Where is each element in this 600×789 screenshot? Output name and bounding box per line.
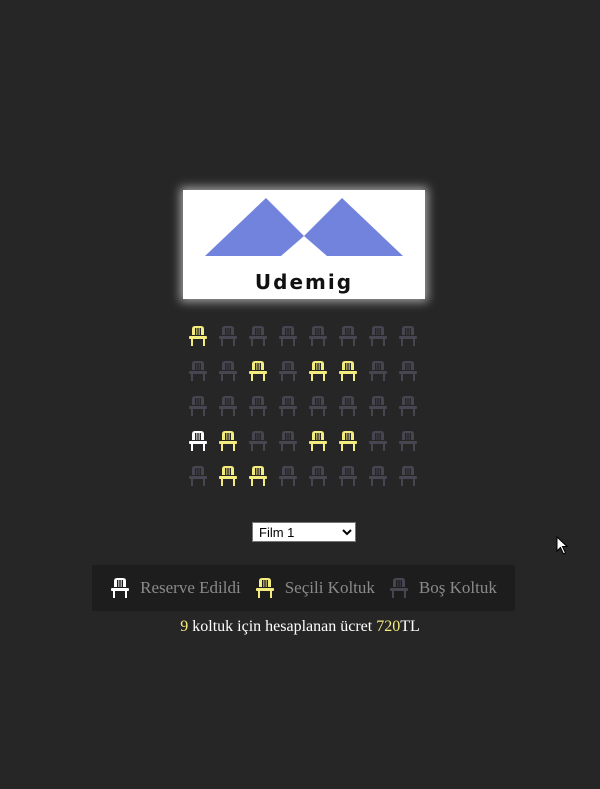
empty-seat-icon[interactable] <box>188 395 208 417</box>
logo-triangle-right <box>304 198 403 256</box>
selected-seat-icon[interactable] <box>218 430 238 452</box>
selected-seat-icon[interactable] <box>308 430 328 452</box>
legend-empty: Boş Koltuk <box>389 577 497 599</box>
empty-seat-icon[interactable] <box>248 325 268 347</box>
empty-seat-icon[interactable] <box>218 395 238 417</box>
empty-seat-icon[interactable] <box>398 395 418 417</box>
empty-seat-icon[interactable] <box>398 325 418 347</box>
empty-seat-icon[interactable] <box>218 325 238 347</box>
empty-seat-icon[interactable] <box>368 395 388 417</box>
empty-seat-icon[interactable] <box>368 430 388 452</box>
occupied-seat-icon <box>110 577 130 599</box>
selected-seat-icon[interactable] <box>338 430 358 452</box>
legend-occupied-label: Reserve Edildi <box>140 578 241 597</box>
currency: TL <box>400 618 420 635</box>
total-price: 720 <box>376 618 401 635</box>
empty-seat-icon[interactable] <box>368 360 388 382</box>
selected-seat-icon[interactable] <box>308 360 328 382</box>
empty-seat-icon <box>389 577 409 599</box>
selected-seat-icon[interactable] <box>188 325 208 347</box>
empty-seat-icon[interactable] <box>188 465 208 487</box>
empty-seat-icon[interactable] <box>338 325 358 347</box>
seat-grid <box>188 325 428 500</box>
empty-seat-icon[interactable] <box>308 325 328 347</box>
legend-selected-label: Seçili Koltuk <box>284 578 375 597</box>
selected-seat-icon[interactable] <box>248 360 268 382</box>
empty-seat-icon[interactable] <box>278 395 298 417</box>
empty-seat-icon[interactable] <box>248 430 268 452</box>
logo-triangle-left <box>205 198 304 256</box>
brand-name: Udemig <box>254 270 354 294</box>
empty-seat-icon[interactable] <box>398 430 418 452</box>
empty-seat-icon[interactable] <box>308 465 328 487</box>
summary-text: koltuk için hesaplanan ücret <box>188 618 377 635</box>
empty-seat-icon[interactable] <box>308 395 328 417</box>
legend-empty-label: Boş Koltuk <box>418 578 497 597</box>
selected-seat-icon[interactable] <box>218 465 238 487</box>
empty-seat-icon[interactable] <box>278 430 298 452</box>
empty-seat-icon[interactable] <box>368 325 388 347</box>
empty-seat-icon[interactable] <box>188 360 208 382</box>
empty-seat-icon[interactable] <box>338 465 358 487</box>
logo-banner: Udemig <box>183 190 425 299</box>
empty-seat-icon[interactable] <box>248 395 268 417</box>
legend-selected: Seçili Koltuk <box>255 577 375 599</box>
occupied-seat-icon <box>188 430 208 452</box>
movie-select[interactable]: Film 1 <box>252 522 356 542</box>
empty-seat-icon[interactable] <box>278 360 298 382</box>
empty-seat-icon[interactable] <box>278 465 298 487</box>
selected-seat-icon <box>255 577 275 599</box>
seat-legend: Reserve Edildi Seçili Koltuk Boş Koltuk <box>92 565 515 611</box>
empty-seat-icon[interactable] <box>218 360 238 382</box>
empty-seat-icon[interactable] <box>368 465 388 487</box>
empty-seat-icon[interactable] <box>398 465 418 487</box>
mouse-cursor-icon <box>556 536 569 555</box>
selected-seat-icon[interactable] <box>338 360 358 382</box>
empty-seat-icon[interactable] <box>278 325 298 347</box>
selected-seat-icon[interactable] <box>248 465 268 487</box>
empty-seat-icon[interactable] <box>398 360 418 382</box>
legend-occupied: Reserve Edildi <box>110 577 241 599</box>
price-summary: 9 koltuk için hesaplanan ücret 720TL <box>0 618 600 636</box>
empty-seat-icon[interactable] <box>338 395 358 417</box>
